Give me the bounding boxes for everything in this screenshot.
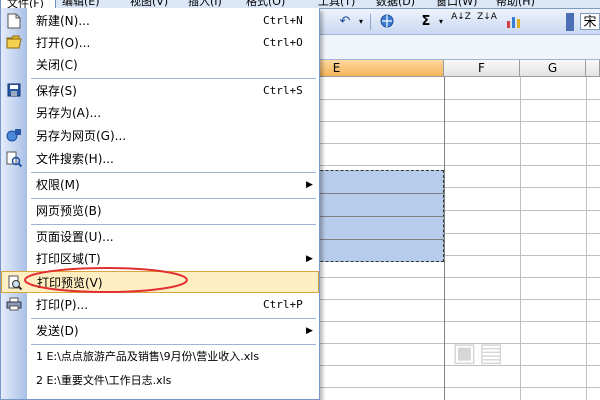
column-header-f[interactable]: F bbox=[444, 60, 520, 77]
menu-separator bbox=[31, 224, 316, 225]
save-web-icon bbox=[5, 128, 23, 144]
grid-line bbox=[586, 77, 587, 400]
save-icon bbox=[5, 83, 23, 99]
watermark-logo: ▣▤ bbox=[452, 338, 506, 368]
menu-item-label: 关闭(C) bbox=[36, 58, 78, 72]
menu-item-label: 2 E:\重要文件\工作日志.xls bbox=[36, 374, 172, 387]
menu-item-label: 页面设置(U)... bbox=[36, 230, 114, 244]
open-folder-icon bbox=[5, 35, 23, 51]
menu-edit[interactable]: 编辑(E) bbox=[62, 0, 100, 8]
menu-separator bbox=[31, 344, 316, 345]
printer-icon bbox=[5, 297, 23, 313]
menu-item-recent-file[interactable] bbox=[1, 394, 319, 399]
menu-separator bbox=[31, 198, 316, 199]
menu-item-shortcut: Ctrl+N bbox=[263, 14, 303, 27]
menu-help[interactable]: 帮助(H) bbox=[496, 0, 535, 8]
submenu-arrow-icon: ▶ bbox=[306, 254, 313, 264]
toolbar-divider bbox=[370, 14, 371, 30]
menu-format[interactable]: 格式(O) bbox=[246, 0, 285, 8]
menu-window[interactable]: 窗口(W) bbox=[436, 0, 477, 8]
menu-item-label: 打印(P)... bbox=[36, 298, 89, 312]
menu-item-save-as[interactable]: 另存为(A)... bbox=[1, 102, 319, 124]
menu-item-label: 打开(O)... bbox=[36, 36, 91, 50]
menu-item-new[interactable]: 新建(N)... Ctrl+N bbox=[1, 10, 319, 32]
menu-item-label: 保存(S) bbox=[36, 84, 77, 98]
undo-icon[interactable]: ↶ bbox=[336, 13, 354, 30]
submenu-arrow-icon: ▶ bbox=[306, 180, 313, 190]
chart-wizard-icon[interactable] bbox=[504, 13, 524, 30]
menu-item-open[interactable]: 打开(O)... Ctrl+O bbox=[1, 32, 319, 54]
menu-separator bbox=[31, 78, 316, 79]
autosum-dropdown-icon[interactable]: ▾ bbox=[436, 13, 446, 30]
menu-item-recent-file[interactable]: 2 E:\重要文件\工作日志.xls bbox=[1, 370, 319, 392]
column-header-h[interactable] bbox=[586, 60, 600, 77]
menu-item-print[interactable]: 打印(P)... Ctrl+P bbox=[1, 294, 319, 316]
hyperlink-icon[interactable] bbox=[378, 13, 396, 30]
menu-item-shortcut: Ctrl+O bbox=[263, 36, 303, 49]
menu-item-shortcut: Ctrl+P bbox=[263, 298, 303, 311]
menu-item-label: 另存为网页(G)... bbox=[36, 129, 127, 143]
menu-item-shortcut: Ctrl+S bbox=[263, 84, 303, 97]
undo-dropdown-icon[interactable]: ▾ bbox=[356, 13, 366, 30]
menu-item-page-setup[interactable]: 页面设置(U)... bbox=[1, 226, 319, 248]
menu-item-permission[interactable]: 权限(M) ▶ bbox=[1, 174, 319, 196]
menu-item-recent-file[interactable]: 1 E:\点点旅游产品及销售\9月份\营业收入.xls bbox=[1, 346, 319, 368]
submenu-arrow-icon: ▶ bbox=[306, 326, 313, 336]
sort-descending-icon[interactable]: Z↓A bbox=[476, 13, 498, 30]
menu-item-label: 1 E:\点点旅游产品及销售\9月份\营业收入.xls bbox=[36, 350, 260, 363]
menu-item-save[interactable]: 保存(S) Ctrl+S bbox=[1, 80, 319, 102]
menu-item-label: 发送(D) bbox=[36, 324, 79, 338]
menu-item-label: 另存为(A)... bbox=[36, 106, 102, 120]
menu-item-close[interactable]: 关闭(C) bbox=[1, 54, 319, 76]
column-header-g[interactable]: G bbox=[520, 60, 586, 77]
menu-insert[interactable]: 插入(I) bbox=[188, 0, 222, 8]
autosum-icon[interactable]: Σ bbox=[418, 13, 434, 30]
menu-item-label: 权限(M) bbox=[36, 178, 80, 192]
menu-separator bbox=[31, 318, 316, 319]
file-menu-dropdown: 新建(N)... Ctrl+N 打开(O)... Ctrl+O 关闭(C) 保存… bbox=[0, 8, 320, 400]
grid-line bbox=[444, 77, 445, 400]
menu-item-label: 文件搜索(H)... bbox=[36, 152, 114, 166]
font-name-field[interactable]: 宋 bbox=[580, 13, 600, 30]
toolbar-options-icon[interactable] bbox=[566, 13, 574, 31]
menu-item-label: 网页预览(B) bbox=[36, 204, 102, 218]
menu-data[interactable]: 数据(D) bbox=[376, 0, 415, 8]
menu-item-web-preview[interactable]: 网页预览(B) bbox=[1, 200, 319, 222]
menu-item-send[interactable]: 发送(D) ▶ bbox=[1, 320, 319, 342]
menu-item-file-search[interactable]: 文件搜索(H)... bbox=[1, 148, 319, 170]
menu-item-label: 新建(N)... bbox=[36, 14, 90, 28]
menu-item-save-as-web[interactable]: 另存为网页(G)... bbox=[1, 125, 319, 147]
menu-view[interactable]: 视图(V) bbox=[130, 0, 168, 8]
file-search-icon bbox=[5, 151, 23, 168]
menu-tools[interactable]: 工具(T) bbox=[318, 0, 355, 8]
sort-ascending-icon[interactable]: A↓Z bbox=[450, 13, 472, 30]
annotation-ellipse bbox=[24, 267, 188, 293]
new-document-icon bbox=[5, 13, 23, 29]
menu-separator bbox=[31, 172, 316, 173]
